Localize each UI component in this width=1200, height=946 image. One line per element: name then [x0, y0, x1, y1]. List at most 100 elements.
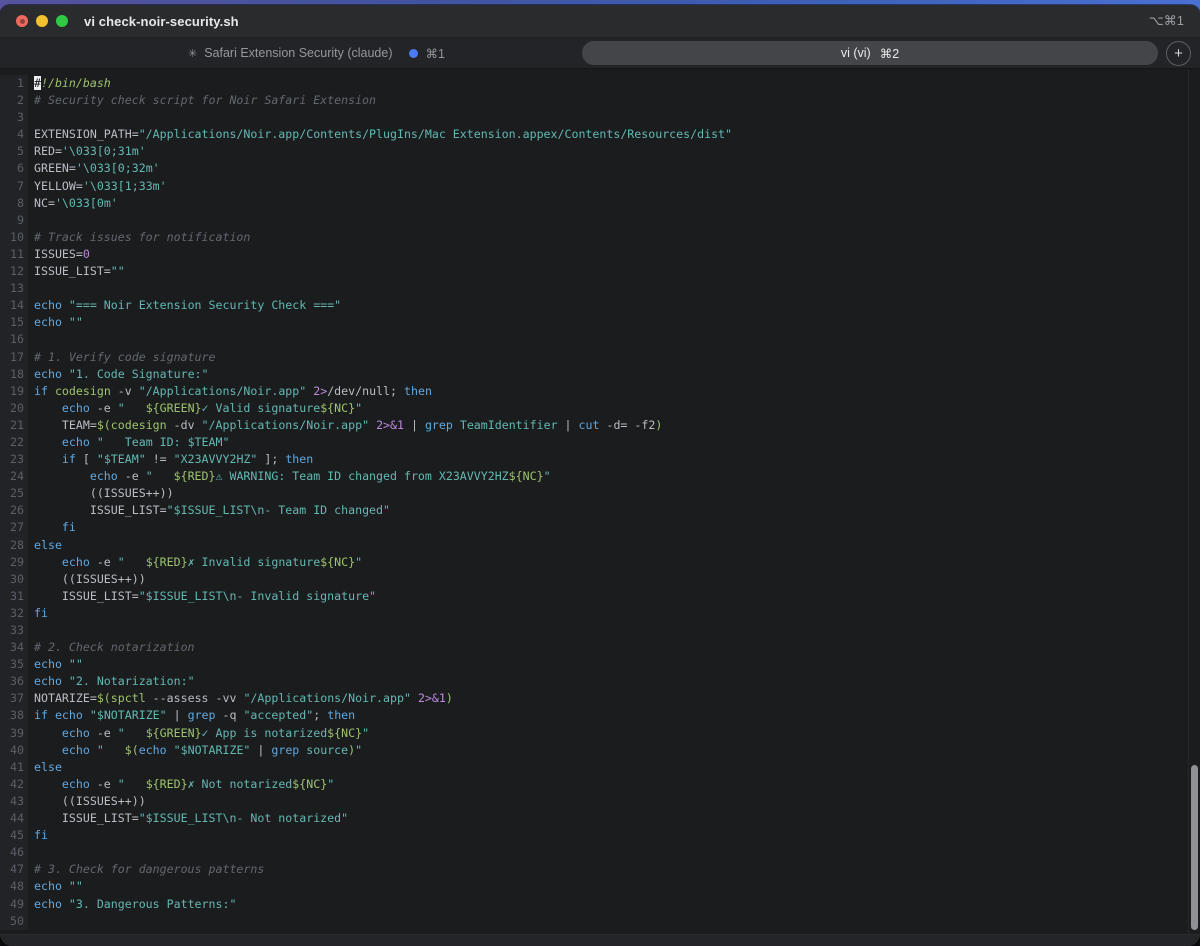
window-titlebar[interactable]: vi check-noir-security.sh ⌥⌘1	[0, 5, 1200, 38]
code-line: 35echo ""	[0, 656, 1200, 673]
code-line: 43 ((ISSUES++))	[0, 793, 1200, 810]
code-line-text: ISSUE_LIST="$ISSUE_LIST\n- Invalid signa…	[28, 588, 376, 605]
activity-asterisk-icon: ✳	[188, 47, 197, 60]
line-number: 49	[0, 896, 28, 913]
line-number: 7	[0, 178, 28, 195]
line-number: 19	[0, 383, 28, 400]
code-line-text: echo ""	[28, 314, 83, 331]
editor-content[interactable]: 1#!/bin/bash2# Security check script for…	[0, 69, 1200, 934]
line-number: 37	[0, 690, 28, 707]
code-line: 5RED='\033[0;31m'	[0, 143, 1200, 160]
window-bottom-bezel	[0, 934, 1200, 946]
line-number: 38	[0, 707, 28, 724]
tab-indicator-dot	[409, 49, 418, 58]
code-line: 17# 1. Verify code signature	[0, 349, 1200, 366]
tab-shortcut: ⌘1	[426, 46, 445, 61]
line-number: 33	[0, 622, 28, 639]
code-line-text: echo -e " ${GREEN}✓ Valid signature${NC}…	[28, 400, 362, 417]
code-line-text: echo " Team ID: $TEAM"	[28, 434, 229, 451]
code-line-text: else	[28, 537, 62, 554]
code-line: 10# Track issues for notification	[0, 229, 1200, 246]
code-line-text: fi	[28, 519, 76, 536]
scrollbar-thumb[interactable]	[1191, 765, 1198, 930]
line-number: 10	[0, 229, 28, 246]
code-line: 2# Security check script for Noir Safari…	[0, 92, 1200, 109]
code-line: 6GREEN='\033[0;32m'	[0, 160, 1200, 177]
code-line-text: if echo "$NOTARIZE" | grep -q "accepted"…	[28, 707, 355, 724]
code-line: 9	[0, 212, 1200, 229]
line-number: 17	[0, 349, 28, 366]
code-line-text: if [ "$TEAM" != "X23AVVY2HZ" ]; then	[28, 451, 313, 468]
terminal-window: vi check-noir-security.sh ⌥⌘1 ✳ Safari E…	[0, 5, 1200, 946]
tab-label: vi (vi)	[841, 46, 871, 60]
code-line-text: else	[28, 759, 62, 776]
line-number: 28	[0, 537, 28, 554]
code-line-text: echo -e " ${RED}⚠ WARNING: Team ID chang…	[28, 468, 551, 485]
code-line: 44 ISSUE_LIST="$ISSUE_LIST\n- Not notari…	[0, 810, 1200, 827]
vim-cursor: #	[34, 76, 41, 90]
line-number: 46	[0, 844, 28, 861]
code-line-text: if codesign -v "/Applications/Noir.app" …	[28, 383, 432, 400]
code-line-text: echo ""	[28, 878, 83, 895]
tab-label: Safari Extension Security (claude)	[204, 46, 392, 60]
code-line-text: ((ISSUES++))	[28, 571, 146, 588]
scrollbar-track[interactable]	[1188, 69, 1200, 934]
minimize-icon[interactable]	[36, 15, 48, 27]
code-line-text	[28, 280, 34, 297]
line-number: 4	[0, 126, 28, 143]
code-area[interactable]: 1#!/bin/bash2# Security check script for…	[0, 75, 1200, 930]
code-line: 11ISSUES=0	[0, 246, 1200, 263]
line-number: 40	[0, 742, 28, 759]
code-line: 30 ((ISSUES++))	[0, 571, 1200, 588]
new-tab-button[interactable]: +	[1166, 41, 1191, 66]
code-line-text: YELLOW='\033[1;33m'	[28, 178, 167, 195]
code-line: 48echo ""	[0, 878, 1200, 895]
code-line-text: NC='\033[0m'	[28, 195, 118, 212]
code-line: 12ISSUE_LIST=""	[0, 263, 1200, 280]
window-title: vi check-noir-security.sh	[84, 14, 239, 29]
line-number: 21	[0, 417, 28, 434]
line-number: 3	[0, 109, 28, 126]
code-line-text: # 3. Check for dangerous patterns	[28, 861, 264, 878]
line-number: 2	[0, 92, 28, 109]
line-number: 44	[0, 810, 28, 827]
code-line-text: echo " $(echo "$NOTARIZE" | grep source)…	[28, 742, 362, 759]
code-line-text	[28, 331, 34, 348]
code-line-text: ((ISSUES++))	[28, 485, 174, 502]
tab-safari-extension-security[interactable]: ✳ Safari Extension Security (claude) ⌘1	[188, 38, 445, 68]
code-line: 15echo ""	[0, 314, 1200, 331]
code-line: 8NC='\033[0m'	[0, 195, 1200, 212]
code-line: 32fi	[0, 605, 1200, 622]
line-number: 43	[0, 793, 28, 810]
line-number: 45	[0, 827, 28, 844]
code-line-text: # 2. Check notarization	[28, 639, 195, 656]
zoom-icon[interactable]	[56, 15, 68, 27]
code-line: 21 TEAM=$(codesign -dv "/Applications/No…	[0, 417, 1200, 434]
code-line-text	[28, 109, 34, 126]
line-number: 9	[0, 212, 28, 229]
code-line: 28else	[0, 537, 1200, 554]
code-line: 49echo "3. Dangerous Patterns:"	[0, 896, 1200, 913]
code-line: 13	[0, 280, 1200, 297]
code-line-text	[28, 212, 34, 229]
code-line-text	[28, 913, 34, 930]
code-line-text: # Track issues for notification	[28, 229, 250, 246]
code-line: 29 echo -e " ${RED}✗ Invalid signature${…	[0, 554, 1200, 571]
code-line: 36echo "2. Notarization:"	[0, 673, 1200, 690]
code-line-text: ((ISSUES++))	[28, 793, 146, 810]
code-line: 39 echo -e " ${GREEN}✓ App is notarized$…	[0, 725, 1200, 742]
code-line: 37NOTARIZE=$(spctl --assess -vv "/Applic…	[0, 690, 1200, 707]
code-line-text: ISSUE_LIST=""	[28, 263, 125, 280]
line-number: 20	[0, 400, 28, 417]
code-line: 18echo "1. Code Signature:"	[0, 366, 1200, 383]
code-line: 38if echo "$NOTARIZE" | grep -q "accepte…	[0, 707, 1200, 724]
code-line-text: ISSUE_LIST="$ISSUE_LIST\n- Team ID chang…	[28, 502, 390, 519]
line-number: 26	[0, 502, 28, 519]
code-line: 16	[0, 331, 1200, 348]
code-line-text: echo -e " ${RED}✗ Not notarized${NC}"	[28, 776, 334, 793]
close-icon[interactable]	[16, 15, 28, 27]
tab-shortcut: ⌘2	[880, 46, 899, 61]
line-number: 22	[0, 434, 28, 451]
line-number: 15	[0, 314, 28, 331]
tab-vi-active[interactable]: vi (vi) ⌘2	[582, 41, 1158, 65]
